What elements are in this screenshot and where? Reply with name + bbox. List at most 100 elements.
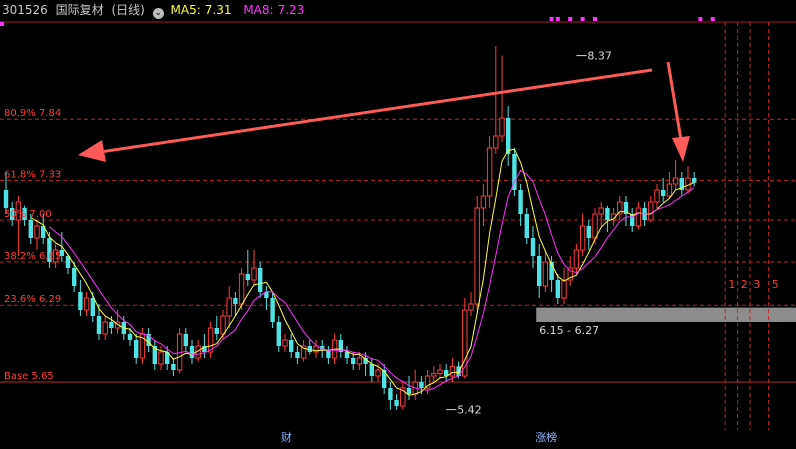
candle-body [524, 214, 529, 238]
event-marker: 涨榜 [535, 430, 557, 444]
candle-body [672, 177, 679, 185]
signal-marker [698, 17, 703, 21]
candle-body [648, 201, 654, 221]
candle-body [449, 365, 456, 377]
cycle-count-label: 3 [753, 278, 760, 291]
candle-body [356, 357, 363, 365]
candle-body [685, 177, 691, 191]
signal-marker [0, 22, 4, 26]
candle-body [369, 364, 374, 376]
candle-body [245, 274, 250, 280]
candle-body [134, 340, 139, 358]
candle-body [586, 226, 591, 238]
candle-body [486, 147, 493, 197]
fib-level-label: 38.2% 6.65 [4, 251, 61, 262]
candle-body [661, 190, 666, 196]
price-annotation-label: 8.37 [587, 50, 612, 63]
candle-body [431, 373, 437, 377]
candle-body [437, 369, 443, 375]
candle-body [270, 298, 275, 322]
candle-body [28, 220, 33, 238]
candlestick-chart[interactable]: 80.9% 7.84 61.8% 7.33 50% 7.00 38.2% 6.65 23… [0, 0, 796, 449]
candle-body [592, 213, 598, 239]
candle-body [3, 190, 9, 208]
candle-body [474, 207, 480, 305]
price-zone-label: 6.15 - 6.27 [539, 324, 599, 337]
candle-body [635, 207, 642, 227]
candle-body [419, 382, 424, 388]
signal-marker [549, 17, 554, 21]
candle-body [238, 273, 245, 305]
signal-marker [710, 17, 715, 21]
cycle-count-label: 1 [728, 278, 735, 291]
fib-level-label: 61.8% 7.33 [4, 169, 61, 180]
candle-body [282, 339, 288, 347]
candle-body [493, 135, 499, 149]
down-arrow-line [666, 61, 683, 141]
candle-body [573, 249, 580, 269]
signal-marker [568, 17, 573, 21]
trend-arrow-head [78, 140, 106, 162]
candle-body [480, 195, 487, 209]
candle-body [344, 352, 350, 358]
candle-body [692, 178, 697, 183]
candle-body [220, 315, 226, 335]
event-marker: 财 [281, 430, 292, 444]
candle-body [90, 298, 95, 316]
ma5-line [30, 148, 695, 396]
fib-level-label: 23.6% 6.29 [4, 294, 61, 305]
candle-body [542, 261, 549, 287]
candle-body [555, 280, 560, 298]
candle-body [468, 303, 474, 311]
candle-body [375, 369, 381, 377]
candle-body [96, 316, 102, 334]
candle-body [78, 292, 83, 310]
fib-level-label: 80.9% 7.84 [4, 108, 61, 119]
candle-body [506, 118, 511, 154]
candle-body [127, 334, 133, 340]
candle-body [605, 208, 610, 220]
cycle-count-label: 2 [741, 278, 748, 291]
candle-body [295, 352, 300, 358]
candle-body [530, 238, 536, 256]
candle-body [183, 334, 188, 346]
candle-body [171, 364, 176, 370]
candle-body [109, 322, 114, 328]
candle-body [499, 117, 505, 137]
candle-body [406, 388, 412, 394]
fib-level-label: 50% 7.00 [4, 209, 52, 220]
candle-body [537, 256, 542, 286]
candle-body [233, 298, 238, 304]
candle-body [654, 189, 660, 203]
candle-body [189, 346, 195, 358]
candle-body [226, 297, 232, 317]
candle-body [289, 340, 294, 352]
candle-body [388, 388, 393, 400]
price-zone-band [536, 307, 796, 322]
candle-body [351, 358, 356, 364]
trend-arrow-line [99, 68, 653, 154]
candle-body [276, 322, 281, 346]
candle-body [666, 183, 673, 197]
candle-body [251, 267, 257, 281]
ma8-line [49, 169, 695, 391]
candle-body [518, 190, 523, 214]
cycle-count-label: 5 [772, 278, 779, 291]
candle-body [561, 279, 567, 299]
candle-body [83, 297, 90, 311]
signal-marker [580, 17, 585, 21]
candle-body [158, 351, 164, 365]
candle-body [598, 207, 604, 215]
signal-marker [593, 17, 597, 21]
candle-body [214, 328, 219, 334]
signal-marker [555, 17, 560, 21]
candle-body [579, 225, 586, 251]
candle-body [326, 349, 331, 358]
fib-level-label: Base 5.65 [4, 371, 54, 382]
candle-body [394, 400, 399, 406]
down-arrow-head [672, 136, 690, 162]
candle-body [34, 225, 40, 239]
candle-body [72, 268, 77, 286]
price-annotation-label: 5.42 [457, 404, 482, 417]
candle-body [258, 268, 263, 292]
